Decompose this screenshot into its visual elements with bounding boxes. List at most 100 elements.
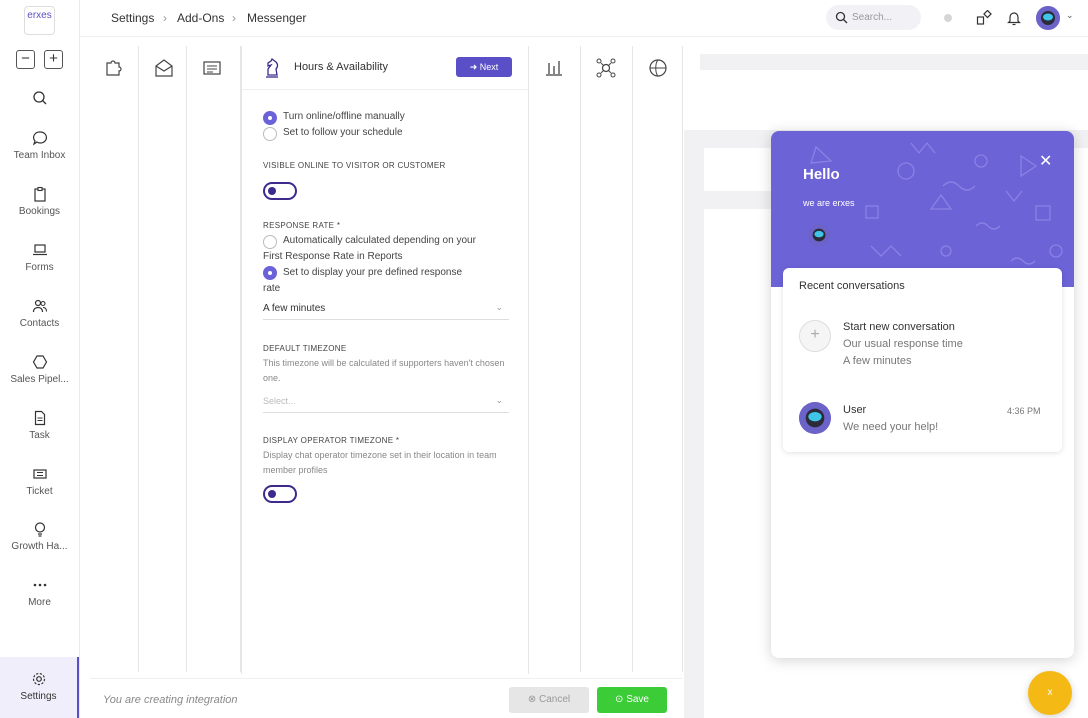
- radio-predefined-rate[interactable]: [263, 266, 277, 280]
- response-rate-select[interactable]: A few minutes ⌄: [263, 300, 509, 320]
- save-button[interactable]: ⊙ Save: [597, 687, 667, 713]
- response-rate-value: A few minutes: [263, 303, 326, 314]
- sidebar-item-label: Task: [29, 430, 50, 441]
- operator-timezone-label: DISPLAY OPERATOR TIMEZONE *: [263, 436, 400, 445]
- header-pattern: [810, 141, 1063, 265]
- file-icon: [34, 410, 45, 426]
- close-icon[interactable]: ✕: [1039, 151, 1052, 171]
- sidebar-item-forms[interactable]: Forms: [0, 242, 79, 273]
- step-column-5[interactable]: [529, 46, 581, 672]
- chat-icon: [32, 131, 47, 146]
- radio-schedule[interactable]: [263, 127, 277, 141]
- visible-online-toggle[interactable]: [263, 182, 297, 200]
- breadcrumb-settings[interactable]: Settings: [111, 11, 154, 25]
- conversation-time: 4:36 PM: [1007, 406, 1041, 416]
- breadcrumb-separator: ›: [232, 11, 236, 25]
- user-avatar[interactable]: [1036, 6, 1060, 30]
- bottom-action-bar: You are creating integration ⊗ Cancel ⊙ …: [90, 678, 682, 718]
- sidebar-item-label: Team Inbox: [13, 150, 66, 161]
- sidebar-item-label: Ticket: [26, 486, 53, 497]
- radio-manual[interactable]: [263, 111, 277, 125]
- search-placeholder: Search...: [852, 12, 893, 23]
- conversation-avatar: [799, 402, 831, 434]
- next-button[interactable]: ➜ Next: [456, 57, 512, 77]
- sidebar-item-sales-pipeline[interactable]: Sales Pipel...: [0, 354, 79, 385]
- search-input[interactable]: Search...: [826, 5, 921, 30]
- zoom-out-button[interactable]: −: [16, 50, 35, 69]
- option-predefined-line2: rate: [263, 283, 281, 294]
- logo-text: erxes: [27, 10, 52, 21]
- recent-conversations-card: Recent conversations + Start new convers…: [783, 268, 1062, 452]
- timezone-select[interactable]: Select... ⌄: [263, 393, 509, 413]
- sidebar-item-label: Bookings: [18, 206, 61, 217]
- search-icon: [835, 11, 848, 24]
- supporter-avatar: [808, 224, 830, 246]
- astronaut-avatar-icon: [799, 402, 831, 434]
- preview-background-strip: [700, 54, 1088, 70]
- sidebar-item-label: Settings: [20, 691, 57, 702]
- breadcrumb-add-ons[interactable]: Add-Ons: [177, 11, 224, 25]
- cancel-label: Cancel: [539, 694, 571, 705]
- sidebar: erxes − + Team Inbox Bookings Forms Cont…: [0, 0, 80, 718]
- creating-status-text: You are creating integration: [103, 694, 238, 706]
- new-conversation-title: Start new conversation: [843, 321, 955, 333]
- sidebar-item-team-inbox[interactable]: Team Inbox: [0, 130, 79, 161]
- default-timezone-label: DEFAULT TIMEZONE: [263, 344, 347, 353]
- default-timezone-help: This timezone will be calculated if supp…: [263, 358, 505, 383]
- sidebar-item-task[interactable]: Task: [0, 410, 79, 441]
- chess-knight-icon: [266, 58, 279, 78]
- sidebar-item-more[interactable]: More: [0, 577, 79, 608]
- chevron-down-icon: ⌄: [495, 302, 503, 312]
- panel-header: Hours & Availability ➜ Next: [242, 46, 528, 90]
- mail-open-icon: [155, 59, 173, 77]
- preview-background-strip: [684, 148, 704, 718]
- step-column-6[interactable]: [581, 46, 633, 672]
- widget-greeting: Hello: [803, 166, 840, 183]
- recent-conversations-title: Recent conversations: [799, 280, 905, 292]
- sidebar-item-ticket[interactable]: Ticket: [0, 466, 79, 497]
- puzzle-icon: [106, 60, 122, 76]
- step-column-3[interactable]: [187, 46, 241, 672]
- sidebar-item-contacts[interactable]: Contacts: [0, 298, 79, 329]
- step-column-2[interactable]: [139, 46, 187, 672]
- sidebar-item-label: More: [28, 597, 51, 608]
- option-manual-label: Turn online/offline manually: [283, 111, 405, 122]
- more-icon: [33, 583, 46, 587]
- sidebar-item-label: Sales Pipel...: [10, 374, 69, 385]
- next-label: Next: [479, 62, 499, 72]
- response-time-value: A few minutes: [843, 355, 912, 367]
- newspaper-icon: [203, 61, 221, 75]
- astronaut-avatar-icon: [1036, 6, 1060, 30]
- visible-online-label: VISIBLE ONLINE TO VISITOR OR CUSTOMER: [263, 161, 446, 170]
- conversation-message: We need your help!: [843, 421, 939, 433]
- widgets-icon[interactable]: [976, 10, 992, 26]
- timezone-placeholder: Select...: [263, 396, 296, 406]
- pipeline-icon: [32, 355, 47, 369]
- sidebar-item-growth-hacking[interactable]: Growth Ha...: [0, 521, 79, 552]
- astronaut-avatar-icon: [808, 224, 830, 246]
- sidebar-item-bookings[interactable]: Bookings: [0, 186, 79, 217]
- app-logo[interactable]: erxes: [24, 6, 55, 35]
- response-rate-label: RESPONSE RATE *: [263, 221, 341, 230]
- bell-icon[interactable]: [1006, 10, 1022, 26]
- bulb-icon: [34, 522, 45, 537]
- plus-icon: +: [799, 320, 831, 352]
- sidebar-item-settings[interactable]: Settings: [0, 657, 79, 718]
- messenger-launcher-button[interactable]: x: [1028, 671, 1072, 715]
- status-dot: [944, 14, 952, 22]
- radio-auto-rate[interactable]: [263, 235, 277, 249]
- cancel-button[interactable]: ⊗ Cancel: [509, 687, 589, 713]
- sidebar-item-search[interactable]: [0, 90, 79, 110]
- laptop-icon: [32, 244, 47, 256]
- step-column-1[interactable]: [89, 46, 139, 672]
- chevron-down-icon[interactable]: ⌄: [1066, 10, 1074, 21]
- step-column-7[interactable]: [633, 46, 683, 672]
- response-time-label: Our usual response time: [843, 338, 963, 350]
- breadcrumb-messenger: Messenger: [247, 11, 307, 25]
- gear-icon: [32, 672, 45, 686]
- option-schedule-label: Set to follow your schedule: [283, 127, 403, 138]
- zoom-in-button[interactable]: +: [44, 50, 63, 69]
- network-icon: [596, 58, 616, 78]
- bar-chart-icon: [546, 61, 562, 76]
- operator-timezone-toggle[interactable]: [263, 485, 297, 503]
